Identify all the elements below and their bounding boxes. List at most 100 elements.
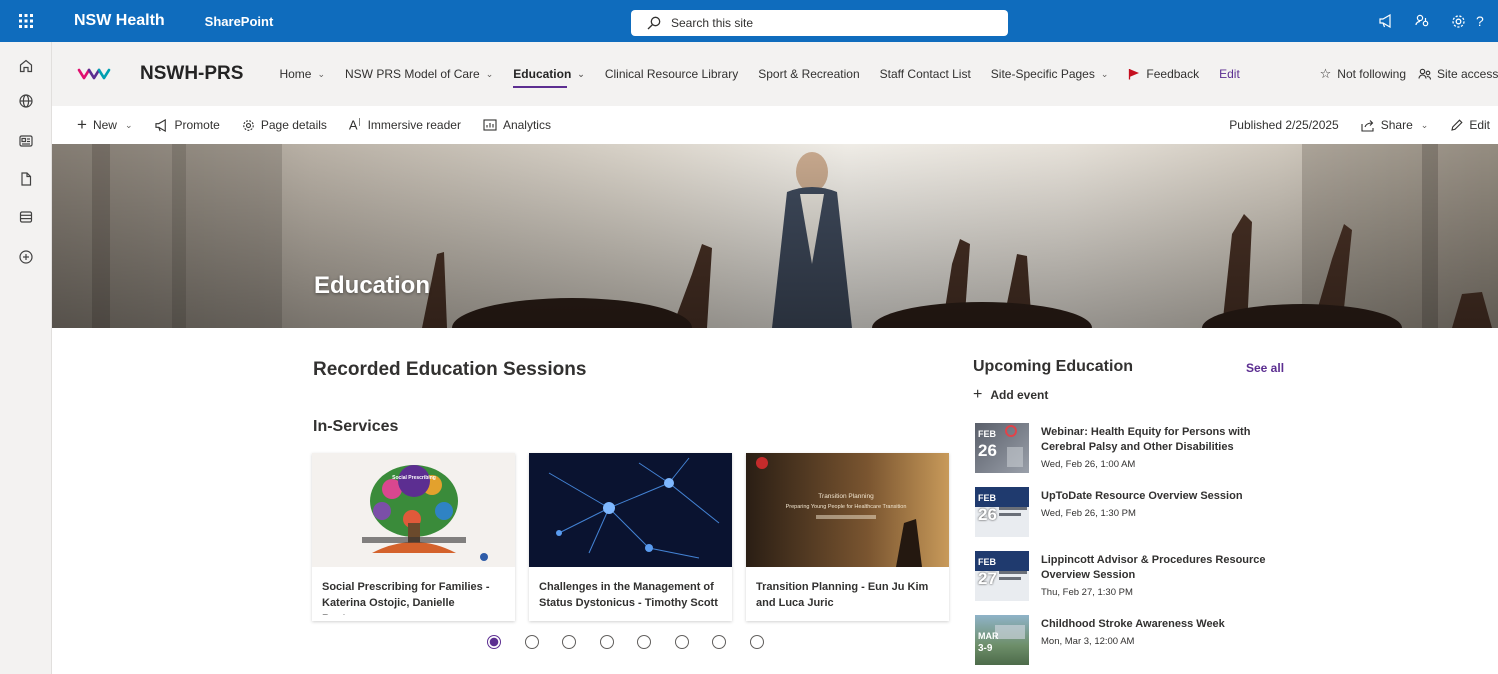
event-day: 26 — [978, 441, 997, 460]
event-day: 26 — [978, 505, 997, 524]
pager-dot[interactable] — [637, 635, 651, 649]
card-title: Challenges in the Management of Status D… — [539, 581, 718, 609]
nav-item-home[interactable]: Home ⌄ — [279, 58, 325, 90]
session-card[interactable]: Transition Planning Preparing Young Peop… — [746, 453, 949, 621]
news-icon[interactable] — [15, 130, 37, 152]
pager-dot[interactable] — [524, 635, 539, 649]
session-card[interactable]: Social Prescribing Social Prescribing fo… — [312, 453, 515, 621]
event-item[interactable]: MAR 3-9 Childhood Stroke Awareness Week … — [975, 613, 1295, 674]
follow-label: Not following — [1337, 67, 1406, 81]
add-circle-icon[interactable] — [15, 246, 37, 268]
brand-link[interactable]: NSW Health — [74, 12, 165, 30]
site-access-label: Site access — [1437, 67, 1498, 81]
event-title-text: Childhood Stroke Awareness Week — [1041, 618, 1225, 630]
card-thumbnail — [529, 453, 732, 567]
pager-dot[interactable] — [599, 635, 614, 649]
list-icon[interactable] — [15, 206, 37, 228]
promote-button[interactable]: Promote — [154, 118, 220, 132]
nav-item-sport-recreation[interactable]: Sport & Recreation — [758, 58, 859, 90]
edit-label: Edit — [1469, 118, 1490, 132]
site-navigation: Home ⌄ NSW PRS Model of Care ⌄ Education ⌄ … — [279, 58, 1259, 90]
pager-dot[interactable] — [749, 635, 764, 649]
event-datetime: Wed, Feb 26, 1:00 AM — [1041, 459, 1136, 470]
immersive-reader-label: Immersive reader — [367, 117, 461, 132]
add-event-button[interactable]: + Add event — [973, 386, 1048, 404]
gear-icon — [243, 119, 254, 131]
plus-icon: + — [973, 386, 983, 403]
gear-icon[interactable] — [1440, 14, 1476, 29]
share-icon — [1361, 119, 1374, 132]
plus-icon: + — [77, 115, 87, 134]
event-month: FEB — [978, 493, 996, 503]
chevron-down-icon: ⌄ — [124, 119, 133, 130]
page-details-button[interactable]: Page details — [242, 118, 327, 132]
nav-item-site-specific-pages[interactable]: Site-Specific Pages ⌄ — [991, 58, 1109, 90]
analytics-button[interactable]: Analytics — [483, 118, 551, 132]
in-services-carousel: Social Prescribing Social Prescribing fo… — [312, 453, 949, 621]
sharepoint-app-link[interactable]: SharePoint — [205, 14, 274, 29]
new-button[interactable]: + New ⌄ — [77, 115, 133, 135]
nav-item-staff-contact-list[interactable]: Staff Contact List — [880, 58, 971, 90]
flag-icon — [1129, 69, 1140, 80]
immersive-reader-button[interactable]: A∣ Immersive reader — [349, 117, 461, 132]
command-bar: + New ⌄ Promote Page details A∣ Immersiv… — [52, 106, 1498, 144]
megaphone-icon[interactable] — [1368, 14, 1404, 28]
people-icon — [1418, 68, 1432, 80]
see-all-link[interactable]: See all — [1246, 361, 1284, 375]
upcoming-education-heading: Upcoming Education — [973, 358, 1133, 375]
pager-dot[interactable] — [487, 635, 501, 649]
pager-dot[interactable] — [562, 635, 576, 649]
event-datetime: Mon, Mar 3, 12:00 AM — [1041, 636, 1135, 647]
nav-item-clinical-resource-library[interactable]: Clinical Resource Library — [605, 58, 738, 90]
megaphone-icon — [154, 118, 166, 132]
nav-item-model-of-care[interactable]: NSW PRS Model of Care ⌄ — [345, 58, 493, 90]
page-details-label: Page details — [260, 118, 327, 132]
event-month: MAR — [978, 631, 999, 641]
pencil-icon — [1451, 118, 1463, 131]
search-box[interactable]: Search this site — [631, 10, 1008, 36]
events-list: FEB 26 Webinar: Health Equity for Person… — [975, 421, 1295, 674]
site-logo[interactable] — [77, 63, 115, 85]
published-status: Published 2/25/2025 — [1229, 118, 1339, 132]
follow-button[interactable]: ☆ Not following — [1320, 42, 1406, 106]
site-title[interactable]: NSWH-PRS — [140, 63, 243, 85]
left-app-rail — [0, 42, 52, 674]
edit-button[interactable]: Edit — [1450, 118, 1490, 132]
event-item[interactable]: FEB 26 UpToDate Resource Overview Sessio… — [975, 485, 1295, 549]
event-datetime: Wed, Feb 26, 1:30 PM — [1041, 508, 1136, 519]
site-access-button[interactable]: Site access — [1418, 42, 1498, 106]
event-title: Lippincott Advisor & Procedures Resource… — [1041, 553, 1271, 600]
event-datetime: Thu, Feb 27, 1:30 PM — [1041, 587, 1133, 598]
analytics-icon — [483, 119, 497, 131]
pager-dot[interactable] — [674, 635, 689, 649]
event-item[interactable]: FEB 27 Lippincott Advisor & Procedures R… — [975, 549, 1295, 613]
nav-edit-link[interactable]: Edit — [1219, 58, 1240, 90]
new-label: New — [92, 118, 117, 132]
event-title-text: Lippincott Advisor & Procedures Resource… — [1041, 554, 1266, 581]
nav-label: Feedback — [1146, 67, 1200, 81]
in-services-heading: In-Services — [313, 418, 399, 435]
event-date-tile: FEB 26 — [975, 423, 1029, 473]
nav-label: Home — [279, 67, 312, 81]
thumb-subtext: Preparing Young People for Healthcare Tr… — [786, 504, 907, 510]
carousel-pager — [487, 635, 764, 649]
session-card[interactable]: Challenges in the Management of Status D… — [529, 453, 732, 621]
help-icon[interactable]: ? — [1476, 13, 1498, 29]
event-item[interactable]: FEB 26 Webinar: Health Equity for Person… — [975, 421, 1295, 485]
pager-dot[interactable] — [712, 635, 726, 649]
thumb-text: Transition Planning — [818, 493, 874, 500]
hero-photo — [52, 144, 1498, 328]
globe-icon[interactable] — [15, 90, 37, 112]
event-date-tile: MAR 3-9 — [975, 615, 1029, 665]
search-placeholder: Search this site — [671, 16, 754, 30]
app-launcher-waffle-icon[interactable] — [0, 0, 52, 42]
chevron-down-icon: ⌄ — [577, 68, 585, 79]
file-icon[interactable] — [15, 168, 37, 190]
nav-item-feedback[interactable]: Feedback — [1128, 58, 1199, 90]
nav-label: Sport & Recreation — [758, 67, 860, 81]
home-icon[interactable] — [15, 55, 37, 77]
nav-item-education[interactable]: Education ⌄ — [513, 58, 585, 90]
card-thumbnail: Social Prescribing — [312, 453, 515, 567]
share-button[interactable]: Share ⌄ — [1361, 118, 1428, 132]
share-people-icon[interactable] — [1404, 14, 1440, 29]
